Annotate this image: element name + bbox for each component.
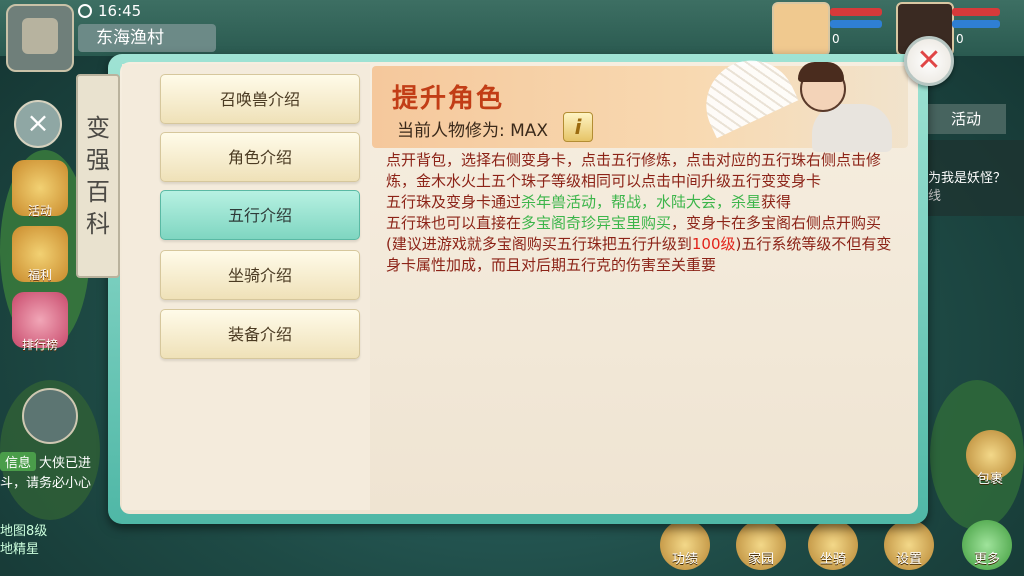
pet-hp-bar: [952, 8, 1000, 16]
settings-label: 设置: [895, 552, 922, 567]
location-label[interactable]: 东海渔村: [78, 24, 216, 52]
nav-five-elements-intro[interactable]: 五行介绍: [160, 190, 360, 240]
close-button[interactable]: ✕: [904, 36, 954, 86]
guide-text: ，变身卡在多宝阁右侧点开购买: [671, 214, 882, 232]
player-hp-bar: [830, 8, 882, 16]
chat-bubble-icon[interactable]: [22, 388, 78, 444]
side-title-char: 科: [86, 210, 110, 238]
guide-text: 获得: [761, 193, 792, 211]
nav-mount-intro[interactable]: 坐骑介绍: [160, 250, 360, 300]
guide-paragraph: 五行珠及变身卡通过杀年兽活动，帮战，水陆大会，杀星获得: [386, 192, 902, 213]
chat-channel-tag: 信息: [0, 452, 37, 471]
info-icon[interactable]: i: [563, 112, 593, 142]
bag-label: 包裹: [976, 472, 1003, 487]
ranking-label: 排行榜: [21, 338, 58, 352]
nav-character-intro[interactable]: 角色介绍: [160, 132, 360, 182]
player-mp-bar: [830, 20, 882, 28]
activity-tab[interactable]: 活动: [926, 104, 1006, 134]
chat-text: 斗，请务必小心: [0, 476, 92, 491]
chat-text: 地图8级: [0, 524, 48, 539]
pet-mp-bar: [952, 20, 1000, 28]
quest-text: 为我是妖怪？: [928, 171, 1007, 186]
home-label: 家园: [747, 552, 774, 567]
guide-paragraph: 五行珠也可以直接在多宝阁奇珍异宝里购买，变身卡在多宝阁右侧点开购买: [386, 213, 902, 234]
more-label: 更多: [973, 552, 1000, 567]
world-map-button[interactable]: [6, 4, 74, 72]
achievement-label: 功绩: [671, 552, 698, 567]
side-title-char: 变: [86, 114, 110, 142]
quest-tracker[interactable]: 为我是妖怪？ 线: [926, 140, 1024, 216]
guide-text: (建议进游戏就多宝阁购买五行珠把五行升级到: [386, 235, 692, 253]
highlight-sources: 杀年兽活动，帮战，水陆大会，杀星: [521, 193, 762, 211]
close-icon: ✕: [916, 43, 942, 78]
chat-message[interactable]: 信息 大侠已进: [0, 452, 110, 471]
clock-time: 16:45: [98, 2, 142, 20]
side-title-char: 强: [86, 146, 110, 174]
player-avatar[interactable]: [772, 2, 830, 56]
guide-paragraph: 点开背包，选择右侧变身卡，点击五行修炼，点击对应的五行珠右侧点击修炼，金木水火土…: [386, 151, 882, 190]
character-illustration: [798, 62, 844, 82]
activity-label: 活动: [27, 204, 52, 218]
pet-hp-value: 0: [956, 32, 964, 46]
player-hp-value: 0: [832, 32, 840, 46]
map-icon: [22, 18, 58, 54]
chat-text: 大侠已进: [39, 456, 92, 471]
dialog-side-title: 变 强 百 科: [76, 74, 120, 278]
cultivation-status: 当前人物修为: MAX: [397, 121, 549, 141]
guide-text: 五行珠也可以直接在: [386, 214, 522, 232]
nav-summon-intro[interactable]: 召唤兽介绍: [160, 74, 360, 124]
side-title-char: 百: [86, 178, 110, 206]
highlight-level: 100级: [691, 235, 736, 253]
mount-label: 坐骑: [819, 552, 846, 567]
settings-gear-icon: [78, 4, 92, 18]
chat-text: 地精星: [0, 542, 40, 557]
nav-equipment-intro[interactable]: 装备介绍: [160, 309, 360, 359]
section-title: 提升角色: [392, 84, 505, 114]
guide-paragraph: (建议进游戏就多宝阁购买五行珠把五行升级到100级)五行系统等级不但有变身卡属性…: [386, 234, 902, 276]
guide-text: 五行珠及变身卡通过: [386, 193, 522, 211]
quest-subtext: 线: [928, 189, 942, 204]
guide-content: 点开背包，选择右侧变身卡，点击五行修炼，点击对应的五行珠右侧点击修炼，金木水火土…: [386, 150, 902, 276]
collapse-menu-button[interactable]: ×: [14, 100, 62, 148]
welfare-label: 福利: [27, 268, 52, 282]
x-icon: ×: [26, 106, 50, 139]
highlight-shop: 多宝阁奇珍异宝里购买: [521, 214, 672, 232]
